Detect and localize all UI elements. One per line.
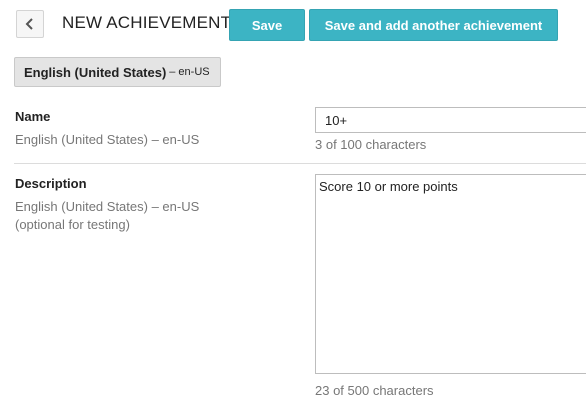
save-and-add-another-button[interactable]: Save and add another achievement bbox=[309, 9, 558, 41]
description-character-counter: 23 of 500 characters bbox=[315, 383, 434, 398]
description-language-label: English (United States) – en-US bbox=[15, 199, 200, 214]
name-language-label: English (United States) – en-US bbox=[15, 132, 200, 147]
name-character-counter: 3 of 100 characters bbox=[315, 137, 427, 152]
name-label: Name bbox=[15, 109, 51, 124]
new-achievement-page: NEW ACHIEVEMENT Save Save and add anothe… bbox=[0, 0, 586, 405]
save-button[interactable]: Save bbox=[229, 9, 305, 41]
language-tab-code: en-US bbox=[178, 66, 210, 78]
back-button[interactable] bbox=[16, 10, 44, 38]
chevron-left-icon bbox=[25, 18, 33, 30]
description-textarea[interactable]: Score 10 or more points bbox=[315, 174, 586, 374]
description-label: Description bbox=[15, 176, 87, 191]
description-optional-note: (optional for testing) bbox=[15, 217, 130, 232]
language-tab-name: English (United States) bbox=[24, 64, 167, 80]
page-title: NEW ACHIEVEMENT bbox=[62, 13, 232, 32]
language-tab-separator: – bbox=[169, 66, 176, 78]
name-input[interactable] bbox=[315, 107, 586, 133]
field-divider bbox=[14, 163, 586, 164]
language-tab-en-us[interactable]: English (United States) – en-US bbox=[14, 57, 221, 87]
